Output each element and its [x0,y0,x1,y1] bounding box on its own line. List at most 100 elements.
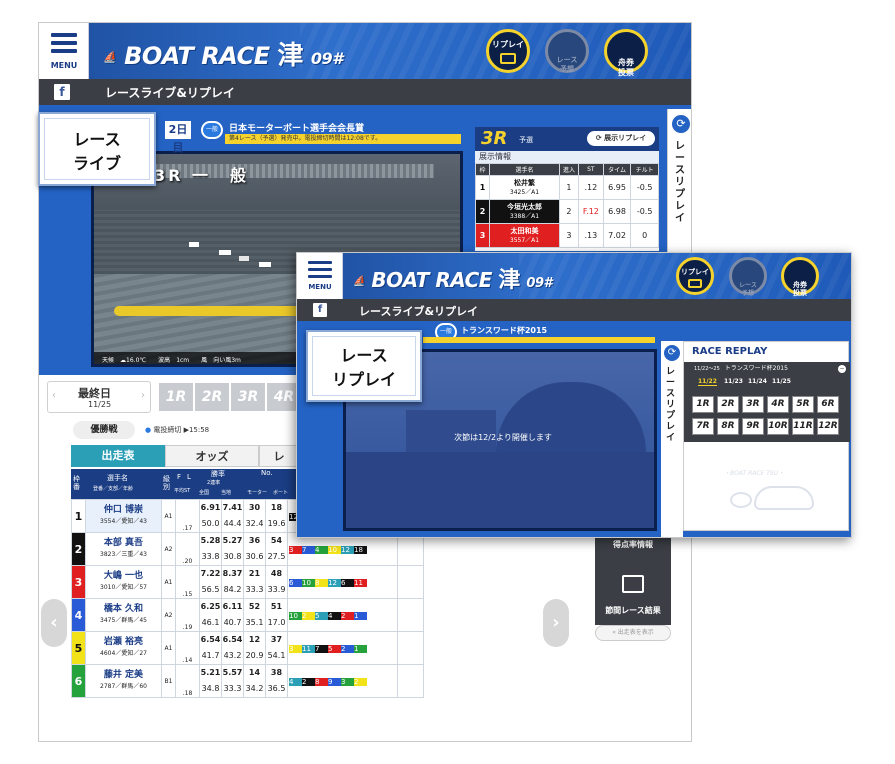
side-replay-tab[interactable]: ⟳ レースリプレイ [661,341,683,537]
race-tab-1[interactable]: 1R [159,383,193,411]
tab-program[interactable]: 出走表 [71,445,165,467]
replay-button[interactable]: リプレイ [676,257,714,295]
replay-race-button[interactable]: 8R [717,418,739,435]
replay-race-button[interactable]: 3R [742,396,764,413]
facebook-icon[interactable]: f [313,303,327,317]
ticket-vote-button[interactable]: 舟券 投票 [781,257,819,297]
next-arrow-icon[interactable]: › [543,599,569,647]
date-tab-4[interactable]: 11/25 [772,378,791,385]
replay-race-button[interactable]: 5R [792,396,814,413]
prev-day-icon[interactable]: ‹ [52,390,56,401]
racer-waku: 6 [71,664,86,698]
exhibit-row[interactable]: 1 松井繁 3425／A1 1 .12 6.95 -0.5 [475,175,659,200]
racer-cell[interactable]: 岩瀬 裕亮 4604／愛知／27 [85,631,162,665]
table-row[interactable]: 4 橋本 久和 3475／群馬／45 A2 .19 6.25 46.1 6.11 40… [71,598,424,632]
result-chip: 10 [302,578,315,587]
motor-no: 36 [248,536,261,545]
day-selector[interactable]: ‹ 最終日 11/25 › [47,381,151,413]
result-chip: 4 [315,545,328,554]
result-chip: 2 [341,611,354,620]
racer-cell[interactable]: 仲口 博崇 3554／愛知／43 [85,499,162,533]
motor-rate: 30.6 [245,552,264,561]
result-chip: 11 [354,578,367,587]
date-tab-1[interactable]: 11/22 [698,378,717,386]
tab-result[interactable]: レ [259,445,299,467]
logo-venue-num: 09# [310,49,343,68]
show-program-link[interactable]: « 出走表を表示 [595,625,671,641]
win-rate-local: 6.54 [222,635,243,644]
exhibit-st: .12 [577,175,604,200]
boat-no: 51 [270,602,283,611]
sub-header-bar: f レースライブ&リプレイ [297,299,851,321]
sub-header-bar: f レースライブ&リプレイ [39,79,691,105]
racer-name: 本部 真吾 [103,538,144,548]
exhibit-waku: 2 [475,199,490,224]
boat-mark [189,242,199,247]
ticket-vote-button[interactable]: 舟券 投票 [604,29,648,77]
racer-motor: 36 30.6 [243,532,266,566]
boat-rate: 33.9 [267,585,286,594]
racer-waku: 1 [71,499,86,533]
recent-results: 6 10 8 12 6 11 [287,565,398,599]
racer-motor: 30 32.4 [243,499,266,533]
replay-race-button[interactable]: 1R [692,396,714,413]
race-tab-2[interactable]: 2R [195,383,229,411]
series-results-link[interactable]: 節間レース結果 [595,605,671,616]
boat-rate: 36.5 [267,684,286,693]
replay-race-button[interactable]: 7R [692,418,714,435]
replay-race-button[interactable]: 12R [817,418,839,435]
replay-race-button[interactable]: 4R [767,396,789,413]
replay-race-button[interactable]: 6R [817,396,839,413]
result-chip: 4 [289,677,302,686]
event-title: 日本モーターボート選手会会長賞 [229,124,365,134]
table-row[interactable]: 6 藤井 定美 2787／群馬／60 B1 .18 5.21 34.8 5.57 33… [71,664,424,698]
exhibit-row[interactable]: 3 太田和美 3557／A1 3 .13 7.02 0 [475,223,659,248]
site-logo[interactable]: ⛵ BOAT RACE 津 09# [103,35,343,72]
racer-info: 3475／群馬／45 [100,617,147,624]
wind-label: 風 [201,357,208,364]
result-chip: 8 [315,578,328,587]
racer-class: A1 [161,631,176,665]
col-no: No. [261,469,273,477]
racer-boat: 48 33.9 [265,565,288,599]
racer-cell[interactable]: 大嶋 一也 3010／愛知／57 [85,565,162,599]
prev-arrow-icon[interactable]: ‹ [41,599,67,647]
site-logo[interactable]: ⛵ BOAT RACE 津 09# [353,262,553,294]
replay-button[interactable]: リプレイ [486,29,530,73]
race-yosou-button[interactable]: レース 予想 [545,29,589,73]
collapse-icon[interactable]: − [838,365,846,373]
racer-cell[interactable]: 橋本 久和 3475／群馬／45 [85,598,162,632]
facebook-icon[interactable]: f [54,84,70,100]
menu-button[interactable]: MENU [39,23,89,79]
replay-race-button[interactable]: 11R [792,418,814,435]
race-yosou-button[interactable]: レース 予想 [729,257,767,297]
result-chip: 7 [315,644,328,653]
exhibit-col-header: 選手名 [489,163,560,176]
racer-cell[interactable]: 本部 真吾 3823／三重／43 [85,532,162,566]
table-row[interactable]: 3 大嶋 一也 3010／愛知／57 A1 .15 7.22 56.5 8.37 84… [71,565,424,599]
replay-race-button[interactable]: 2R [717,396,739,413]
site-header: MENU ⛵ BOAT RACE 津 09# リプレイ レース 予想 舟券 投票 [297,253,851,299]
date-tab-3[interactable]: 11/24 [748,378,767,385]
menu-button[interactable]: MENU [297,253,343,299]
score-rate-link[interactable]: 得点率情報 [595,539,671,550]
replay-race-button[interactable]: 10R [767,418,789,435]
tab-odds[interactable]: オッズ [165,445,259,467]
racer-cell[interactable]: 藤井 定美 2787／群馬／60 [85,664,162,698]
racer-motor: 12 20.9 [243,631,266,665]
date-tab-2[interactable]: 11/23 [724,378,743,385]
replay-race-button[interactable]: 9R [742,418,764,435]
racer-waku: 5 [71,631,86,665]
replay-event-row[interactable]: 11/22〜25 トランスワード杯2015 − [684,362,850,376]
table-row[interactable]: 5 岩瀬 裕亮 4604／愛知／27 A1 .14 6.54 41.7 6.54 43… [71,631,424,665]
replay-range: 11/22〜25 [694,366,720,372]
exhibit-replay-button[interactable]: ⟳ 展示リプレイ [587,131,655,146]
exhibit-row[interactable]: 2 今垣光太郎 3388／A1 2 F.12 6.98 -0.5 [475,199,659,224]
exhibit-col-header: タイム [602,163,632,176]
day-nav-label: 最終日 [78,387,111,400]
exhibit-racer-name: 太田和美 [510,226,539,235]
race-tab-3[interactable]: 3R [231,383,265,411]
racer-info: 3010／愛知／57 [100,584,147,591]
next-day-icon[interactable]: › [141,390,145,401]
boat-mark [219,250,231,255]
